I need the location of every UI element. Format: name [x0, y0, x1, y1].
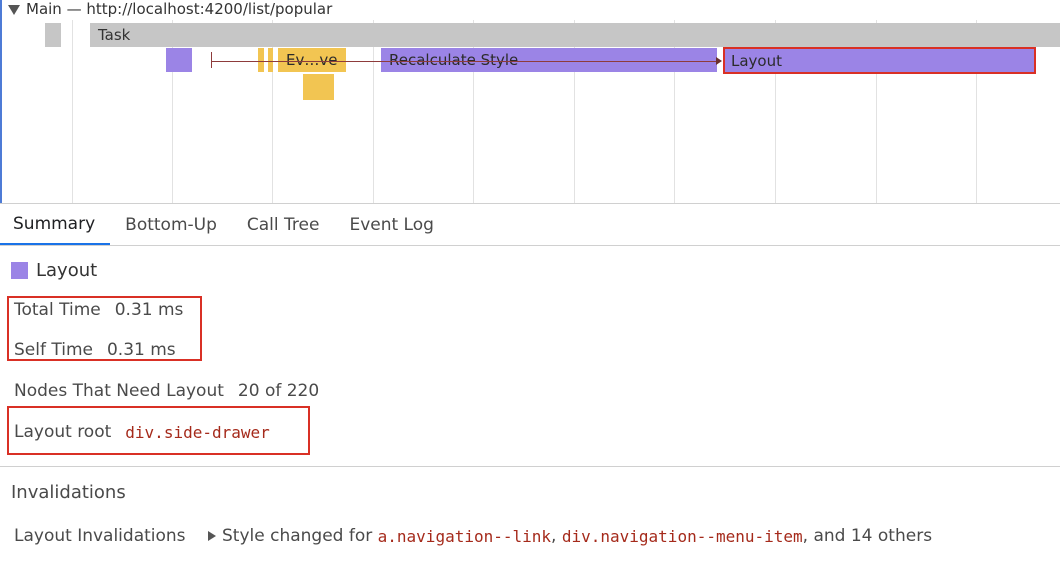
layout-bar-selected[interactable]: Layout — [723, 47, 1036, 74]
invalidation-separator: , — [551, 526, 562, 546]
flow-arrow-line — [211, 61, 719, 62]
yellow-child-bar[interactable] — [303, 74, 334, 100]
gridline — [72, 20, 73, 203]
summary-panel: Layout Total Time 0.31 ms Self Time 0.31… — [0, 246, 1060, 566]
details-tabbar: Summary Bottom-Up Call Tree Event Log — [0, 203, 1060, 246]
collapse-triangle-icon[interactable] — [8, 5, 20, 15]
section-divider — [0, 466, 1060, 467]
total-time-value: 0.31 ms — [114, 300, 184, 320]
recalculate-style-bar[interactable]: Recalculate Style — [381, 48, 717, 72]
layout-bar-label: Layout — [731, 51, 782, 70]
summary-title: Layout — [11, 260, 97, 281]
main-track-title: Main — http://localhost:4200/list/popula… — [26, 0, 333, 18]
evaluate-script-bar[interactable]: Ev…ve — [278, 48, 346, 72]
total-time-row: Total Time 0.31 ms — [14, 300, 183, 320]
invalidation-prefix: Style changed for — [222, 526, 378, 546]
nodes-label: Nodes That Need Layout — [14, 381, 224, 401]
layout-root-row: Layout root div.side-drawer — [14, 422, 270, 442]
nodes-row: Nodes That Need Layout 20 of 220 — [14, 381, 319, 401]
invalidation-suffix: , and 14 others — [802, 526, 933, 546]
self-time-value: 0.31 ms — [106, 340, 176, 360]
tab-event-log[interactable]: Event Log — [334, 204, 448, 245]
flow-start-tick — [211, 52, 212, 68]
tab-call-tree[interactable]: Call Tree — [232, 204, 335, 245]
total-time-label: Total Time — [14, 300, 101, 320]
layout-invalidations-row: Layout Invalidations Style changed for a… — [14, 526, 932, 546]
task-bar[interactable]: Task — [90, 23, 1060, 47]
nodes-value: 20 of 220 — [237, 381, 320, 401]
task-bar-label: Task — [98, 26, 131, 44]
flow-arrow-icon — [716, 57, 722, 65]
evaluate-script-label: Ev…ve — [286, 51, 338, 69]
purple-event-bar[interactable] — [166, 48, 192, 72]
main-track-header[interactable]: Main — http://localhost:4200/list/popula… — [8, 0, 332, 18]
self-time-row: Self Time 0.31 ms — [14, 340, 176, 360]
small-task-bar[interactable] — [45, 23, 61, 47]
gridline — [373, 20, 374, 203]
recalculate-style-label: Recalculate Style — [389, 51, 519, 69]
summary-title-text: Layout — [36, 260, 98, 281]
invalidation-selector-link[interactable]: div.navigation--menu-item — [562, 527, 803, 546]
yellow-event-bar[interactable] — [258, 48, 264, 72]
category-swatch — [11, 262, 28, 279]
layout-invalidations-label: Layout Invalidations — [14, 526, 186, 546]
self-time-label: Self Time — [14, 340, 93, 360]
expand-triangle-icon[interactable] — [208, 531, 216, 541]
invalidations-title: Invalidations — [11, 482, 126, 503]
tab-summary[interactable]: Summary — [0, 204, 111, 245]
flame-chart[interactable]: Main — http://localhost:4200/list/popula… — [0, 0, 1060, 203]
invalidation-selector-link[interactable]: a.navigation--link — [378, 527, 551, 546]
tab-bottom-up[interactable]: Bottom-Up — [110, 204, 232, 245]
yellow-event-bar[interactable] — [268, 48, 273, 72]
layout-root-link[interactable]: div.side-drawer — [125, 423, 270, 442]
layout-root-label: Layout root — [14, 422, 112, 442]
